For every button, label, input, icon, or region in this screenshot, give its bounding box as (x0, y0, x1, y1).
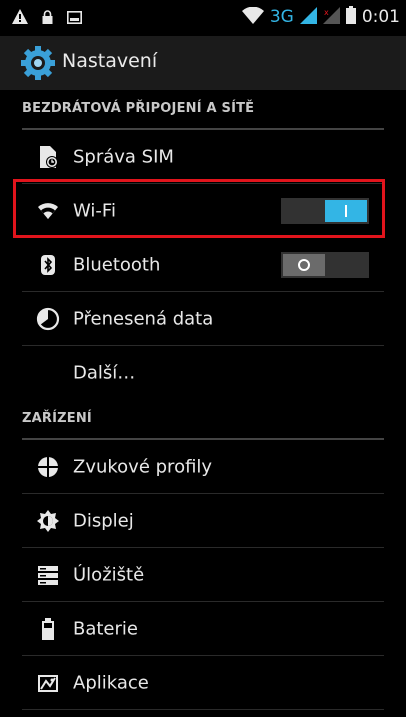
status-bar: 3G x 0:01 (0, 0, 406, 36)
highlight-box (13, 179, 385, 238)
settings-item-bluetooth[interactable]: Bluetooth (0, 238, 406, 292)
settings-item-display[interactable]: Displej (0, 494, 406, 548)
audio-profiles-icon (36, 455, 60, 479)
settings-item-storage[interactable]: Úložiště (0, 548, 406, 602)
item-label: Zvukové profily (73, 456, 213, 478)
section-label: BEZDRÁTOVÁ PŘIPOJENÍ A SÍTĚ (22, 101, 255, 116)
display-icon (36, 509, 60, 533)
status-bar-indicators: 3G x 0:01 (241, 6, 400, 28)
clock: 0:01 (361, 7, 400, 27)
battery-icon (36, 617, 60, 641)
settings-gear-icon[interactable] (20, 45, 56, 81)
toggle-off-mark (298, 259, 310, 271)
svg-text:x: x (324, 8, 329, 17)
settings-item-battery[interactable]: Baterie (0, 602, 406, 656)
sim-icon (36, 145, 60, 169)
item-label: Další… (73, 362, 136, 384)
section-header-device: ZAŘÍZENÍ (0, 400, 406, 440)
settings-item-sim-management[interactable]: Správa SIM (0, 130, 406, 184)
settings-item-audio-profiles[interactable]: Zvukové profily (0, 440, 406, 494)
apps-icon (36, 671, 60, 695)
settings-item-more[interactable]: Další… (0, 346, 406, 400)
warning-icon (12, 9, 28, 28)
section-header-wireless: BEZDRÁTOVÁ PŘIPOJENÍ A SÍTĚ (0, 90, 406, 130)
item-label: Displej (73, 510, 134, 532)
section-label: ZAŘÍZENÍ (22, 411, 92, 426)
status-bar-notifications (12, 9, 82, 28)
page-title: Nastavení (62, 50, 158, 72)
data-usage-icon (36, 307, 60, 331)
signal-icon (299, 6, 317, 28)
item-label: Bluetooth (73, 254, 161, 276)
item-label: Aplikace (73, 672, 149, 694)
bluetooth-icon (36, 253, 60, 277)
battery-icon (345, 6, 356, 28)
item-label: Úložiště (73, 564, 145, 586)
no-signal-icon: x (322, 6, 340, 28)
toggle-thumb (283, 254, 325, 276)
item-label: Baterie (73, 618, 138, 640)
item-label: Správa SIM (73, 146, 174, 168)
item-label: Přenesená data (73, 308, 214, 330)
settings-item-apps[interactable]: Aplikace (0, 656, 406, 710)
settings-item-data-usage[interactable]: Přenesená data (0, 292, 406, 346)
bluetooth-toggle[interactable] (281, 252, 369, 278)
item-divider (22, 709, 384, 710)
lock-icon (42, 9, 53, 28)
network-type-label: 3G (269, 7, 294, 27)
image-icon (67, 9, 82, 28)
action-bar: Nastavení (0, 36, 406, 90)
storage-icon (36, 563, 60, 587)
wifi-icon (241, 6, 264, 28)
